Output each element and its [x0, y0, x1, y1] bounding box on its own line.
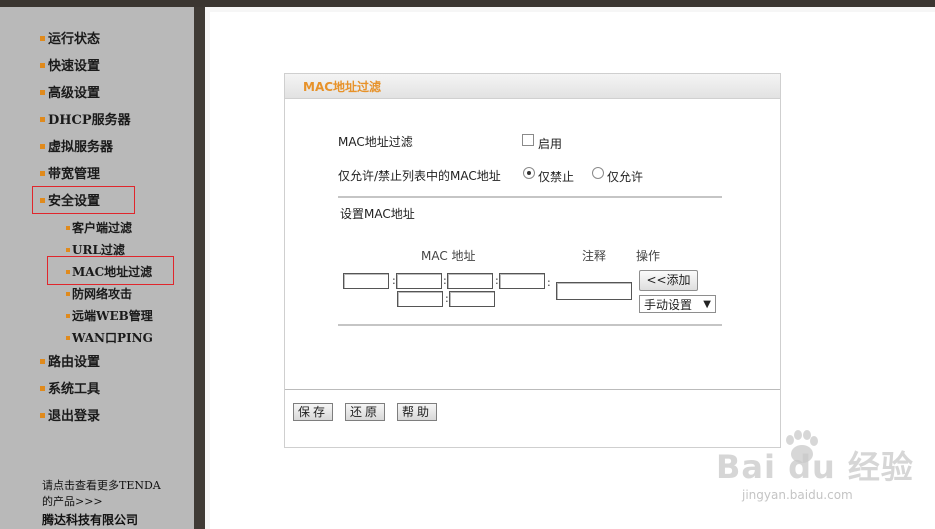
mac-octet-3-input[interactable]: [447, 273, 493, 289]
sidebar-subitem-anti-attack[interactable]: 防网络攻击: [66, 285, 132, 303]
deny-radio[interactable]: [523, 167, 535, 179]
column-header-mac: MAC 地址: [421, 249, 476, 263]
watermark-url: jingyan.baidu.com: [742, 488, 853, 502]
sidebar-subitem-label: 远端WEB管理: [72, 309, 153, 323]
allow-radio[interactable]: [592, 167, 604, 179]
mac-filter-panel: MAC地址过滤 MAC地址过滤 启用 仅允许/禁止列表中的MAC地址 仅禁止 仅…: [284, 73, 781, 448]
highlight-box-security: [32, 186, 135, 214]
sidebar-item-label: 高级设置: [48, 86, 101, 101]
sidebar-item-system-tools[interactable]: 系统工具: [40, 380, 100, 400]
sidebar-item-label: 路由设置: [48, 355, 101, 370]
sidebar-item-label: 带宽管理: [48, 167, 101, 182]
more-products-link[interactable]: 请点击查看更多TENDA: [42, 478, 182, 494]
more-products-link-cont[interactable]: 的产品>>>: [42, 494, 182, 510]
bullet-icon: [40, 36, 45, 41]
sidebar-footer: 请点击查看更多TENDA 的产品>>> 腾达科技有限公司: [42, 478, 182, 528]
bullet-icon: [40, 90, 45, 95]
highlight-box-mac-filter: [47, 256, 174, 285]
mac-octet-1-input[interactable]: [343, 273, 389, 289]
sidebar-item-label: 退出登录: [48, 409, 101, 424]
mac-octet-5-input[interactable]: [397, 291, 443, 307]
sidebar-subitem-label: 客户端过滤: [72, 221, 133, 235]
sidebar-divider: [194, 7, 205, 529]
bullet-icon: [40, 386, 45, 391]
watermark-brand: Bai du 经验: [716, 448, 914, 486]
bullet-icon: [40, 359, 45, 364]
bullet-icon: [40, 171, 45, 176]
bullet-icon: [40, 63, 45, 68]
bullet-icon: [40, 117, 45, 122]
panel-header: MAC地址过滤: [285, 74, 780, 99]
mode-select-value: 手动设置: [644, 298, 693, 312]
sidebar-item-label: 虚拟服务器: [48, 140, 114, 155]
bullet-icon: [66, 291, 70, 296]
sidebar-item-dhcp[interactable]: DHCP服务器: [40, 111, 131, 131]
restore-button[interactable]: 还原: [345, 403, 386, 421]
save-button[interactable]: 保存: [293, 403, 334, 421]
colon-separator: :: [547, 276, 551, 289]
deny-label: 仅禁止: [538, 170, 575, 184]
enable-checkbox[interactable]: [522, 134, 534, 146]
bullet-icon: [66, 313, 70, 318]
sidebar-item-label: 系统工具: [48, 382, 101, 397]
sidebar-item-label: 快速设置: [48, 59, 101, 74]
divider: [338, 324, 722, 326]
sidebar-item-label: 运行状态: [48, 32, 101, 47]
sidebar-item-virtual-server[interactable]: 虚拟服务器: [40, 138, 113, 158]
sidebar-subitem-label: URL过滤: [72, 243, 125, 257]
sidebar-subitem-label: WAN口PING: [72, 331, 153, 345]
sidebar-item-bandwidth[interactable]: 带宽管理: [40, 165, 100, 185]
divider: [338, 196, 722, 198]
bullet-icon: [66, 247, 70, 252]
column-header-note: 注释: [582, 249, 607, 263]
footer-divider: [285, 389, 780, 390]
chevron-down-icon: ▼: [703, 299, 711, 310]
sidebar-item-routing[interactable]: 路由设置: [40, 353, 100, 373]
bullet-icon: [40, 413, 45, 418]
help-button[interactable]: 帮助: [397, 403, 438, 421]
sidebar-subitem-remote-web[interactable]: 远端WEB管理: [66, 307, 153, 325]
column-header-action: 操作: [636, 249, 661, 263]
sidebar-item-status[interactable]: 运行状态: [40, 30, 100, 50]
sidebar-item-quick-setup[interactable]: 快速设置: [40, 57, 100, 77]
set-mac-label: 设置MAC地址: [340, 207, 415, 221]
mode-label: 仅允许/禁止列表中的MAC地址: [338, 169, 501, 183]
enable-label: 启用: [538, 137, 563, 151]
panel-title: MAC地址过滤: [303, 80, 382, 94]
sidebar-item-advanced[interactable]: 高级设置: [40, 84, 100, 104]
mac-octet-4-input[interactable]: [499, 273, 545, 289]
add-button[interactable]: <<添加: [639, 270, 698, 291]
note-input[interactable]: [556, 282, 632, 300]
mac-octet-2-input[interactable]: [396, 273, 442, 289]
mac-filter-label: MAC地址过滤: [338, 135, 413, 149]
company-name: 腾达科技有限公司: [42, 513, 139, 527]
sidebar-item-logout[interactable]: 退出登录: [40, 407, 100, 427]
sidebar-subitem-label: 防网络攻击: [72, 287, 133, 301]
bullet-icon: [40, 144, 45, 149]
mac-octet-6-input[interactable]: [449, 291, 495, 307]
top-bar: [0, 0, 935, 7]
sidebar-item-label: DHCP服务器: [48, 113, 131, 128]
mode-select[interactable]: 手动设置 ▼: [639, 295, 716, 313]
sidebar-subitem-wan-ping[interactable]: WAN口PING: [66, 329, 153, 347]
sidebar-subitem-client-filter[interactable]: 客户端过滤: [66, 219, 132, 237]
bullet-icon: [66, 225, 70, 230]
bullet-icon: [66, 335, 70, 340]
allow-label: 仅允许: [607, 170, 644, 184]
